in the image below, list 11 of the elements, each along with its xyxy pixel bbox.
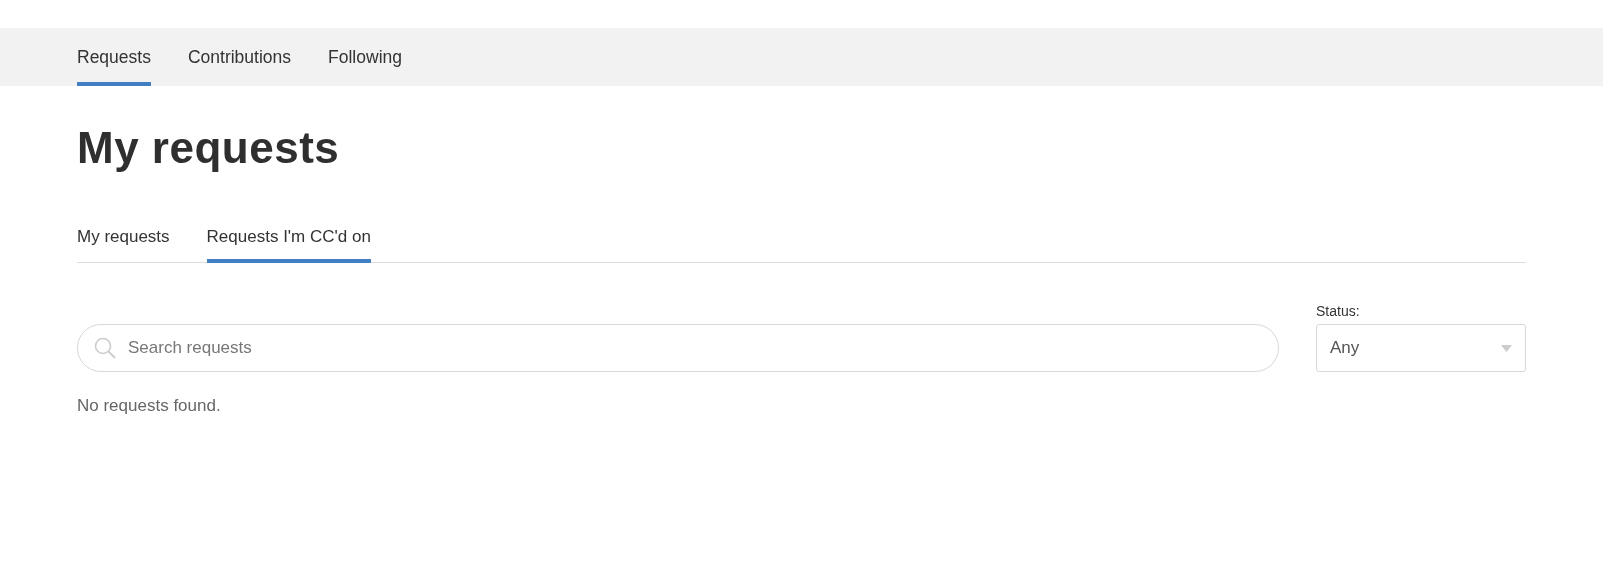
empty-message: No requests found. xyxy=(77,396,221,417)
status-dropdown[interactable]: Any xyxy=(1316,324,1526,373)
sub-tab[interactable]: My requests xyxy=(77,212,170,264)
status-label: Status: xyxy=(1316,303,1361,320)
nav-tab[interactable]: Contributions xyxy=(187,28,292,86)
caret-icon xyxy=(1501,344,1512,352)
page-title: My requests xyxy=(77,124,341,173)
sub-tab[interactable]: Requests I'm CC'd on xyxy=(206,212,371,264)
nav-tab[interactable]: Requests xyxy=(77,28,151,86)
nav-tab[interactable]: Following xyxy=(328,28,402,86)
search-field[interactable]: Search requests xyxy=(77,324,1279,373)
